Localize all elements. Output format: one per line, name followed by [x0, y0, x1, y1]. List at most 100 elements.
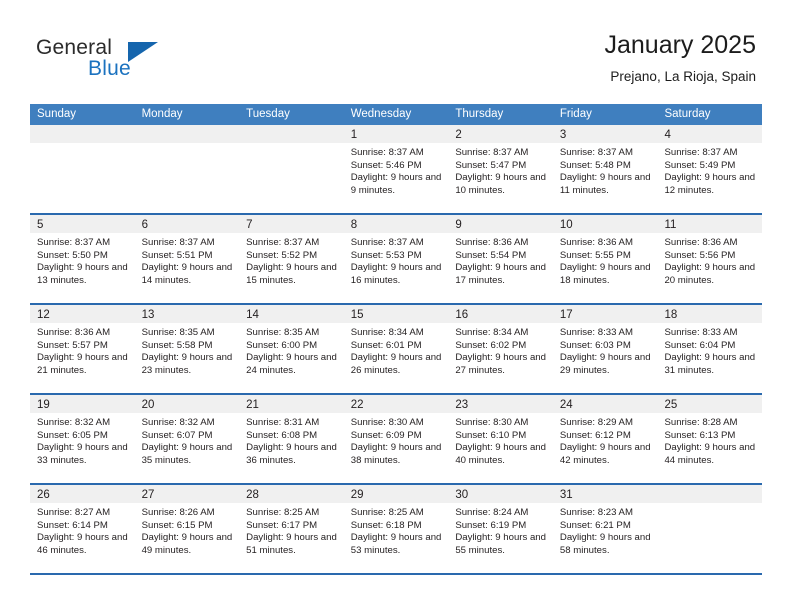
sunset-text: Sunset: 5:46 PM: [350, 159, 422, 171]
day-detail-text: Sunrise: 8:37 AM Sunset: 5:52 PM Daylight:…: [239, 233, 344, 287]
logo-text-blue: Blue: [88, 57, 131, 80]
calendar-day-cell-empty: [657, 485, 763, 573]
calendar-day-cell-21[interactable]: 21 Sunrise: 8:31 AM Sunset: 6:08 PM Dayligh…: [239, 395, 344, 483]
day-detail-text: Sunrise: 8:36 AM Sunset: 5:57 PM Daylight:…: [30, 323, 135, 377]
day-number-band: 8: [343, 215, 449, 233]
calendar-week-row: 19 Sunrise: 8:32 AM Sunset: 6:05 PM Dayligh…: [30, 393, 763, 483]
day-number: 6: [141, 219, 148, 231]
day-detail-text: Sunrise: 8:26 AM Sunset: 6:15 PM Daylight:…: [135, 503, 240, 557]
daylight-text: Daylight: 9 hours and 15 minutes.: [246, 262, 337, 286]
sunrise-text: Sunrise: 8:23 AM: [559, 507, 633, 518]
daylight-text: Daylight: 9 hours and 12 minutes.: [664, 172, 756, 196]
calendar-week-row: 1 Sunrise: 8:37 AM Sunset: 5:46 PM Daylight…: [30, 125, 763, 213]
day-number-band: 28: [239, 485, 344, 503]
calendar-day-cell-6[interactable]: 6 Sunrise: 8:37 AM Sunset: 5:51 PM Daylight…: [134, 215, 240, 303]
day-detail-text: [239, 143, 344, 147]
sunset-text: Sunset: 5:58 PM: [141, 339, 213, 351]
daylight-text: Daylight: 9 hours and 18 minutes.: [559, 262, 651, 286]
calendar-day-cell-28[interactable]: 28 Sunrise: 8:25 AM Sunset: 6:17 PM Dayligh…: [239, 485, 344, 573]
calendar-day-cell-15[interactable]: 15 Sunrise: 8:34 AM Sunset: 6:01 PM Dayligh…: [343, 305, 449, 393]
day-number-band: 16: [448, 305, 553, 323]
daylight-text: Daylight: 9 hours and 38 minutes.: [350, 442, 442, 466]
day-detail-text: Sunrise: 8:24 AM Sunset: 6:19 PM Daylight:…: [448, 503, 553, 557]
sunrise-text: Sunrise: 8:36 AM: [455, 237, 529, 248]
sunset-text: Sunset: 6:14 PM: [37, 519, 108, 531]
sunrise-text: Sunrise: 8:29 AM: [559, 417, 633, 428]
calendar-day-cell-10[interactable]: 10 Sunrise: 8:36 AM Sunset: 5:55 PM Dayligh…: [552, 215, 658, 303]
page-subtitle: Prejano, La Rioja, Spain: [610, 69, 756, 84]
calendar-day-cell-27[interactable]: 27 Sunrise: 8:26 AM Sunset: 6:15 PM Dayligh…: [134, 485, 240, 573]
day-number-band: 11: [657, 215, 763, 233]
day-detail-text: [30, 143, 135, 147]
calendar-day-cell-23[interactable]: 23 Sunrise: 8:30 AM Sunset: 6:10 PM Dayligh…: [448, 395, 553, 483]
day-number: 13: [141, 309, 155, 321]
calendar-day-cell-2[interactable]: 2 Sunrise: 8:37 AM Sunset: 5:47 PM Daylight…: [448, 125, 553, 213]
day-number: 25: [664, 399, 678, 411]
calendar-day-cell-25[interactable]: 25 Sunrise: 8:28 AM Sunset: 6:13 PM Dayligh…: [657, 395, 763, 483]
daylight-text: Daylight: 9 hours and 33 minutes.: [37, 442, 128, 466]
calendar-day-cell-14[interactable]: 14 Sunrise: 8:35 AM Sunset: 6:00 PM Dayligh…: [239, 305, 344, 393]
sunrise-text: Sunrise: 8:37 AM: [37, 237, 111, 248]
day-number: 1: [350, 129, 358, 141]
calendar-day-cell-3[interactable]: 3 Sunrise: 8:37 AM Sunset: 5:48 PM Daylight…: [552, 125, 658, 213]
sunset-text: Sunset: 6:13 PM: [664, 429, 736, 441]
daylight-text: Daylight: 9 hours and 21 minutes.: [37, 352, 128, 376]
sunrise-text: Sunrise: 8:36 AM: [664, 237, 738, 248]
day-number-band: 14: [239, 305, 344, 323]
daylight-text: Daylight: 9 hours and 49 minutes.: [141, 532, 233, 556]
calendar-day-cell-20[interactable]: 20 Sunrise: 8:32 AM Sunset: 6:07 PM Dayligh…: [134, 395, 240, 483]
day-number-band: 2: [448, 125, 553, 143]
daylight-text: Daylight: 9 hours and 24 minutes.: [246, 352, 337, 376]
calendar-day-cell-17[interactable]: 17 Sunrise: 8:33 AM Sunset: 6:03 PM Dayligh…: [552, 305, 658, 393]
day-number: 29: [350, 489, 364, 501]
calendar-day-cell-26[interactable]: 26 Sunrise: 8:27 AM Sunset: 6:14 PM Dayligh…: [30, 485, 135, 573]
sunrise-text: Sunrise: 8:30 AM: [350, 417, 424, 428]
calendar-day-cell-29[interactable]: 29 Sunrise: 8:25 AM Sunset: 6:18 PM Dayligh…: [343, 485, 449, 573]
day-detail-text: Sunrise: 8:37 AM Sunset: 5:53 PM Daylight:…: [344, 233, 449, 287]
calendar-day-cell-4[interactable]: 4 Sunrise: 8:37 AM Sunset: 5:49 PM Daylight…: [657, 125, 763, 213]
calendar-day-cell-24[interactable]: 24 Sunrise: 8:29 AM Sunset: 6:12 PM Dayligh…: [552, 395, 658, 483]
sunrise-text: Sunrise: 8:37 AM: [350, 147, 424, 158]
sunrise-text: Sunrise: 8:26 AM: [141, 507, 215, 518]
logo-triangle-icon: [128, 42, 158, 62]
calendar-day-cell-5[interactable]: 5 Sunrise: 8:37 AM Sunset: 5:50 PM Daylight…: [30, 215, 135, 303]
calendar-day-cell-empty: [239, 125, 344, 213]
day-detail-text: Sunrise: 8:30 AM Sunset: 6:10 PM Daylight:…: [448, 413, 553, 467]
day-number-band: [134, 125, 240, 143]
day-number: 8: [350, 219, 358, 231]
weekday-header-tuesday: Tuesday: [246, 108, 290, 120]
generalblue-logo[interactable]: General Blue: [36, 36, 176, 84]
calendar-day-cell-8[interactable]: 8 Sunrise: 8:37 AM Sunset: 5:53 PM Daylight…: [343, 215, 449, 303]
calendar-day-cell-31[interactable]: 31 Sunrise: 8:23 AM Sunset: 6:21 PM Dayligh…: [552, 485, 658, 573]
day-detail-text: Sunrise: 8:36 AM Sunset: 5:55 PM Daylight:…: [553, 233, 658, 287]
sunrise-text: Sunrise: 8:37 AM: [350, 237, 424, 248]
sunrise-text: Sunrise: 8:31 AM: [246, 417, 320, 428]
calendar-day-cell-7[interactable]: 7 Sunrise: 8:37 AM Sunset: 5:52 PM Daylight…: [239, 215, 344, 303]
day-number: 26: [37, 489, 50, 501]
day-detail-text: Sunrise: 8:37 AM Sunset: 5:51 PM Daylight:…: [135, 233, 240, 287]
calendar-day-cell-12[interactable]: 12 Sunrise: 8:36 AM Sunset: 5:57 PM Dayligh…: [30, 305, 135, 393]
calendar-day-cell-13[interactable]: 13 Sunrise: 8:35 AM Sunset: 5:58 PM Dayligh…: [134, 305, 240, 393]
calendar-day-cell-30[interactable]: 30 Sunrise: 8:24 AM Sunset: 6:19 PM Dayligh…: [448, 485, 553, 573]
calendar-day-cell-9[interactable]: 9 Sunrise: 8:36 AM Sunset: 5:54 PM Daylight…: [448, 215, 553, 303]
sunrise-text: Sunrise: 8:35 AM: [246, 327, 320, 338]
sunset-text: Sunset: 5:57 PM: [37, 339, 108, 351]
calendar-day-cell-19[interactable]: 19 Sunrise: 8:32 AM Sunset: 6:05 PM Dayligh…: [30, 395, 135, 483]
daylight-text: Daylight: 9 hours and 29 minutes.: [559, 352, 651, 376]
calendar-day-cell-1[interactable]: 1 Sunrise: 8:37 AM Sunset: 5:46 PM Daylight…: [343, 125, 449, 213]
day-detail-text: Sunrise: 8:36 AM Sunset: 5:56 PM Daylight:…: [657, 233, 762, 287]
calendar-day-cell-11[interactable]: 11 Sunrise: 8:36 AM Sunset: 5:56 PM Dayligh…: [657, 215, 763, 303]
calendar-day-cell-16[interactable]: 16 Sunrise: 8:34 AM Sunset: 6:02 PM Dayligh…: [448, 305, 553, 393]
day-number-band: 5: [30, 215, 135, 233]
day-number: 27: [141, 489, 155, 501]
calendar-week-row: 12 Sunrise: 8:36 AM Sunset: 5:57 PM Dayligh…: [30, 303, 763, 393]
calendar-day-cell-empty: [30, 125, 135, 213]
day-number-band: 22: [343, 395, 449, 413]
day-detail-text: Sunrise: 8:35 AM Sunset: 6:00 PM Daylight:…: [239, 323, 344, 377]
day-number-band: [657, 485, 763, 503]
calendar-day-cell-22[interactable]: 22 Sunrise: 8:30 AM Sunset: 6:09 PM Dayligh…: [343, 395, 449, 483]
sunrise-text: Sunrise: 8:33 AM: [559, 327, 633, 338]
sunset-text: Sunset: 5:55 PM: [559, 249, 631, 261]
day-number: 7: [246, 219, 253, 231]
calendar-day-cell-18[interactable]: 18 Sunrise: 8:33 AM Sunset: 6:04 PM Dayligh…: [657, 305, 763, 393]
